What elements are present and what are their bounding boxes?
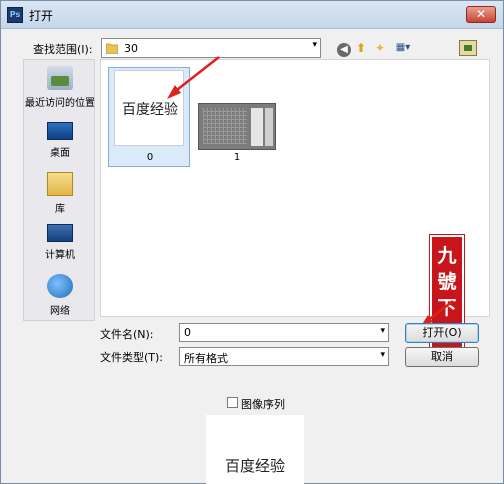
file-type-label: 文件类型(T): [100,351,164,364]
go-to-desktop-icon[interactable] [459,40,477,56]
place-recent[interactable]: 最近访问的位置 [24,66,96,109]
image-sequence-label[interactable]: 图像序列 [241,396,285,412]
chevron-down-icon: ▾ [380,350,385,360]
place-label: 库 [55,204,65,215]
image-sequence-checkbox[interactable] [227,397,238,408]
file-name-label: 文件名(N): [100,328,154,341]
folder-icon [106,43,118,54]
places-bar: 最近访问的位置 桌面 库 计算机 网络 [23,59,95,321]
view-menu-icon[interactable]: ▦▾ [391,39,415,57]
preview-text: 百度经验 [224,457,285,475]
annotation-arrow [167,56,220,99]
chevron-down-icon[interactable]: ▾ [380,326,385,336]
computer-icon [47,224,73,242]
thumbnail-panel [251,108,263,146]
up-one-level-icon[interactable]: ⬆ [352,39,370,57]
place-label: 最近访问的位置 [25,98,95,109]
file-thumbnail [198,103,276,150]
file-item[interactable]: 1 [196,100,278,170]
file-name: 1 [233,152,241,163]
look-in-value: 30 [124,42,138,55]
title-bar[interactable]: Ps 打开 ✕ [1,1,503,29]
place-label: 网络 [50,306,70,317]
place-computer[interactable]: 计算机 [24,224,96,261]
window-title: 打开 [29,9,54,23]
preview-pane: 百度经验 [206,415,304,484]
file-name-value: 0 [184,326,191,339]
chevron-down-icon: ▾ [312,40,317,50]
open-button[interactable]: 打开(O) [405,323,479,343]
look-in-label: 查找范围(I): [33,43,93,56]
back-arrow-icon: ◀ [337,43,351,57]
desktop-icon [47,122,73,140]
file-type-value: 所有格式 [184,352,228,365]
file-name-input[interactable]: 0 ▾ [179,323,389,342]
place-network[interactable]: 网络 [24,274,96,317]
file-type-dropdown[interactable]: 所有格式 ▾ [179,347,389,366]
library-icon [47,172,73,196]
open-dialog: Ps 打开 ✕ 查找范围(I): 30 ▾ ◀ ⬆ ✦ ▦▾ 最近访问的位置 桌… [0,0,504,484]
network-icon [47,274,73,298]
file-name: 0 [146,152,154,163]
place-desktop[interactable]: 桌面 [24,118,96,159]
place-label: 桌面 [50,148,70,159]
place-library[interactable]: 库 [24,172,96,215]
recent-places-icon [47,66,73,90]
new-folder-icon[interactable]: ✦ [371,39,389,57]
thumbnail-sidebar [265,108,273,146]
photoshop-app-icon: Ps [7,7,23,23]
back-button[interactable]: ◀ [335,39,353,57]
close-button[interactable]: ✕ [466,6,496,23]
thumbnail-canvas [203,108,247,144]
cancel-button[interactable]: 取消 [405,347,479,367]
place-label: 计算机 [45,250,75,261]
